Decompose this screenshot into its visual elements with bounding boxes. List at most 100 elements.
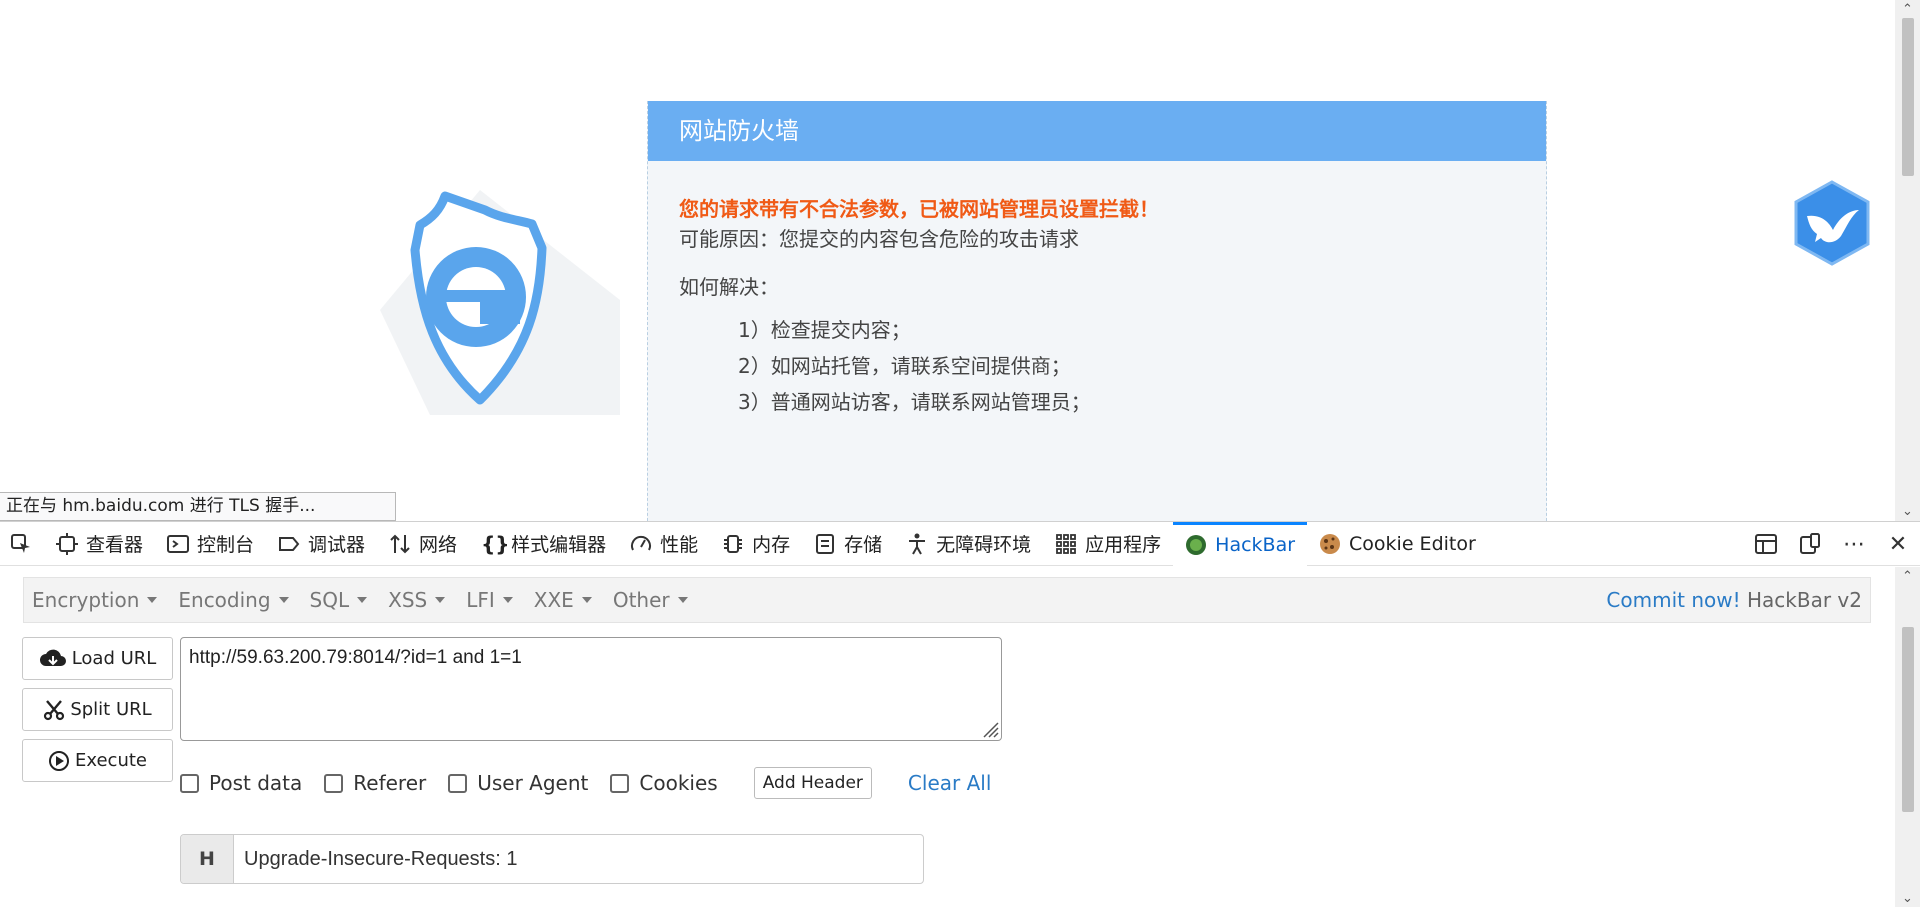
inspector-icon: [56, 532, 78, 555]
tab-style-editor[interactable]: {} 样式编辑器: [469, 522, 618, 566]
network-icon: [390, 534, 410, 553]
menu-encoding[interactable]: Encoding: [170, 588, 301, 612]
page-viewport: 网站防火墙 您的请求带有不合法参数，已被网站管理员设置拦截！ 可能原因：您提交的…: [0, 0, 1920, 521]
tab-inspector[interactable]: 查看器: [44, 522, 155, 566]
button-label: Load URL: [71, 648, 157, 669]
scroll-up-icon[interactable]: ⌃: [1900, 569, 1915, 584]
responsive-mode-icon[interactable]: [1788, 522, 1832, 566]
menu-sql[interactable]: SQL: [302, 588, 381, 612]
close-icon[interactable]: ✕: [1876, 522, 1920, 566]
tab-label: 样式编辑器: [511, 534, 607, 556]
menu-label: Encryption: [32, 588, 140, 612]
tab-label: 查看器: [86, 534, 144, 556]
menu-xss[interactable]: XSS: [380, 588, 458, 612]
firewall-title: 网站防火墙: [648, 101, 1546, 161]
hackbar-options: Post data Referer User Agent Cookies Add…: [180, 765, 991, 801]
firewall-step: 2）如网站托管，请联系空间提供商；: [738, 354, 1071, 378]
tab-console[interactable]: 控制台: [155, 522, 266, 566]
tab-debugger[interactable]: 调试器: [266, 522, 377, 566]
picker-icon: [11, 533, 30, 553]
dock-side-icon[interactable]: [1744, 522, 1788, 566]
scroll-down-icon[interactable]: ⌄: [1900, 504, 1915, 519]
tab-label: HackBar: [1215, 534, 1296, 556]
caret-down-icon: [435, 597, 446, 603]
menu-lfi[interactable]: LFI: [458, 588, 526, 612]
application-icon: [1056, 533, 1077, 554]
execute-button[interactable]: Execute: [22, 739, 173, 782]
header-tag: H: [181, 835, 234, 883]
referer-checkbox[interactable]: Referer: [324, 771, 426, 795]
checkbox-box[interactable]: [324, 773, 344, 793]
firewall-steps: 1）检查提交内容； 2）如网站托管，请联系空间提供商； 3）普通网站访客，请联系…: [679, 312, 1515, 420]
split-url-button[interactable]: Split URL: [22, 688, 173, 731]
memory-icon: [724, 534, 743, 553]
menu-xxe[interactable]: XXE: [526, 588, 605, 612]
user-agent-checkbox[interactable]: User Agent: [448, 771, 588, 795]
cookie-icon: [1320, 533, 1341, 554]
caret-down-icon: [502, 597, 513, 603]
post-data-checkbox[interactable]: Post data: [180, 771, 302, 795]
tab-application[interactable]: 应用程序: [1043, 522, 1173, 566]
resize-handle-icon[interactable]: [979, 718, 999, 738]
devtools-right-controls: ⋯ ✕: [1744, 522, 1920, 566]
devtools-scrollbar[interactable]: ⌃ ⌄: [1895, 567, 1920, 907]
tab-memory[interactable]: 内存: [710, 522, 802, 566]
scroll-down-icon[interactable]: ⌄: [1900, 891, 1915, 906]
scroll-up-icon[interactable]: ⌃: [1900, 2, 1915, 17]
checkbox-box[interactable]: [448, 773, 468, 793]
floating-bird-icon[interactable]: [1793, 180, 1871, 266]
menu-other[interactable]: Other: [605, 588, 701, 612]
tab-label: 存储: [844, 534, 883, 556]
tab-network[interactable]: 网络: [377, 522, 469, 566]
firewall-warning: 您的请求带有不合法参数，已被网站管理员设置拦截！: [679, 197, 1159, 221]
hackbar-panel: Encryption Encoding SQL XSS LFI XXE Othe…: [0, 567, 1920, 907]
cookies-checkbox[interactable]: Cookies: [610, 771, 718, 795]
firewall-panel: 网站防火墙 您的请求带有不合法参数，已被网站管理员设置拦截！ 可能原因：您提交的…: [647, 101, 1547, 521]
checkbox-label: Post data: [209, 771, 303, 795]
firewall-how-title: 如何解决：: [679, 275, 779, 299]
tab-accessibility[interactable]: 无障碍环境: [894, 522, 1043, 566]
hackbar-brand: Commit now! HackBar v2: [1606, 578, 1862, 622]
add-header-button[interactable]: Add Header: [753, 767, 872, 799]
caret-down-icon: [581, 597, 592, 603]
firewall-step: 1）检查提交内容；: [738, 318, 911, 342]
clear-all-link[interactable]: Clear All: [908, 771, 991, 795]
tab-performance[interactable]: 性能: [618, 522, 710, 566]
tab-label: 性能: [660, 534, 699, 556]
button-label: Split URL: [70, 699, 152, 720]
url-textarea[interactable]: http://59.63.200.79:8014/?id=1 and 1=1: [180, 637, 1002, 741]
checkbox-label: Referer: [353, 771, 427, 795]
performance-icon: [631, 535, 652, 550]
debugger-icon: [279, 536, 300, 551]
button-label: Execute: [75, 750, 147, 771]
checkbox-box[interactable]: [610, 773, 630, 793]
more-options-icon[interactable]: ⋯: [1832, 522, 1876, 566]
menu-encryption[interactable]: Encryption: [24, 588, 170, 612]
menu-label: Other: [612, 588, 670, 612]
element-picker-button[interactable]: [0, 522, 44, 566]
cloud-download-icon: [39, 649, 66, 666]
tab-cookie-editor[interactable]: Cookie Editor: [1307, 522, 1488, 566]
menu-label: Encoding: [178, 588, 271, 612]
caret-down-icon: [147, 597, 158, 603]
caret-down-icon: [357, 597, 368, 603]
play-icon: [49, 750, 69, 771]
scrollbar-thumb[interactable]: [1902, 627, 1914, 812]
load-url-button[interactable]: Load URL: [22, 637, 173, 680]
hackbar-version: HackBar v2: [1747, 588, 1862, 612]
page-scrollbar[interactable]: ⌃ ⌄: [1895, 0, 1920, 521]
hackbar-icon: [1186, 535, 1207, 555]
commit-now-link[interactable]: Commit now!: [1606, 588, 1740, 612]
checkbox-label: User Agent: [477, 771, 589, 795]
scrollbar-thumb[interactable]: [1902, 18, 1914, 176]
header-row: H Upgrade-Insecure-Requests: 1: [180, 834, 924, 884]
header-input[interactable]: Upgrade-Insecure-Requests: 1: [234, 835, 517, 883]
tab-hackbar[interactable]: HackBar: [1173, 521, 1308, 566]
tab-storage[interactable]: 存储: [802, 522, 894, 566]
caret-down-icon: [278, 597, 289, 603]
status-bar: 正在与 hm.baidu.com 进行 TLS 握手...: [0, 492, 396, 521]
url-value: http://59.63.200.79:8014/?id=1 and 1=1: [189, 647, 522, 668]
firewall-shield-logo: [380, 190, 620, 415]
checkbox-box[interactable]: [180, 773, 199, 793]
devtools-toolbar: 查看器 控制台 调试器 网络 {} 样式编辑器 性能 内存 存储 无障碍环境 应…: [0, 521, 1920, 566]
